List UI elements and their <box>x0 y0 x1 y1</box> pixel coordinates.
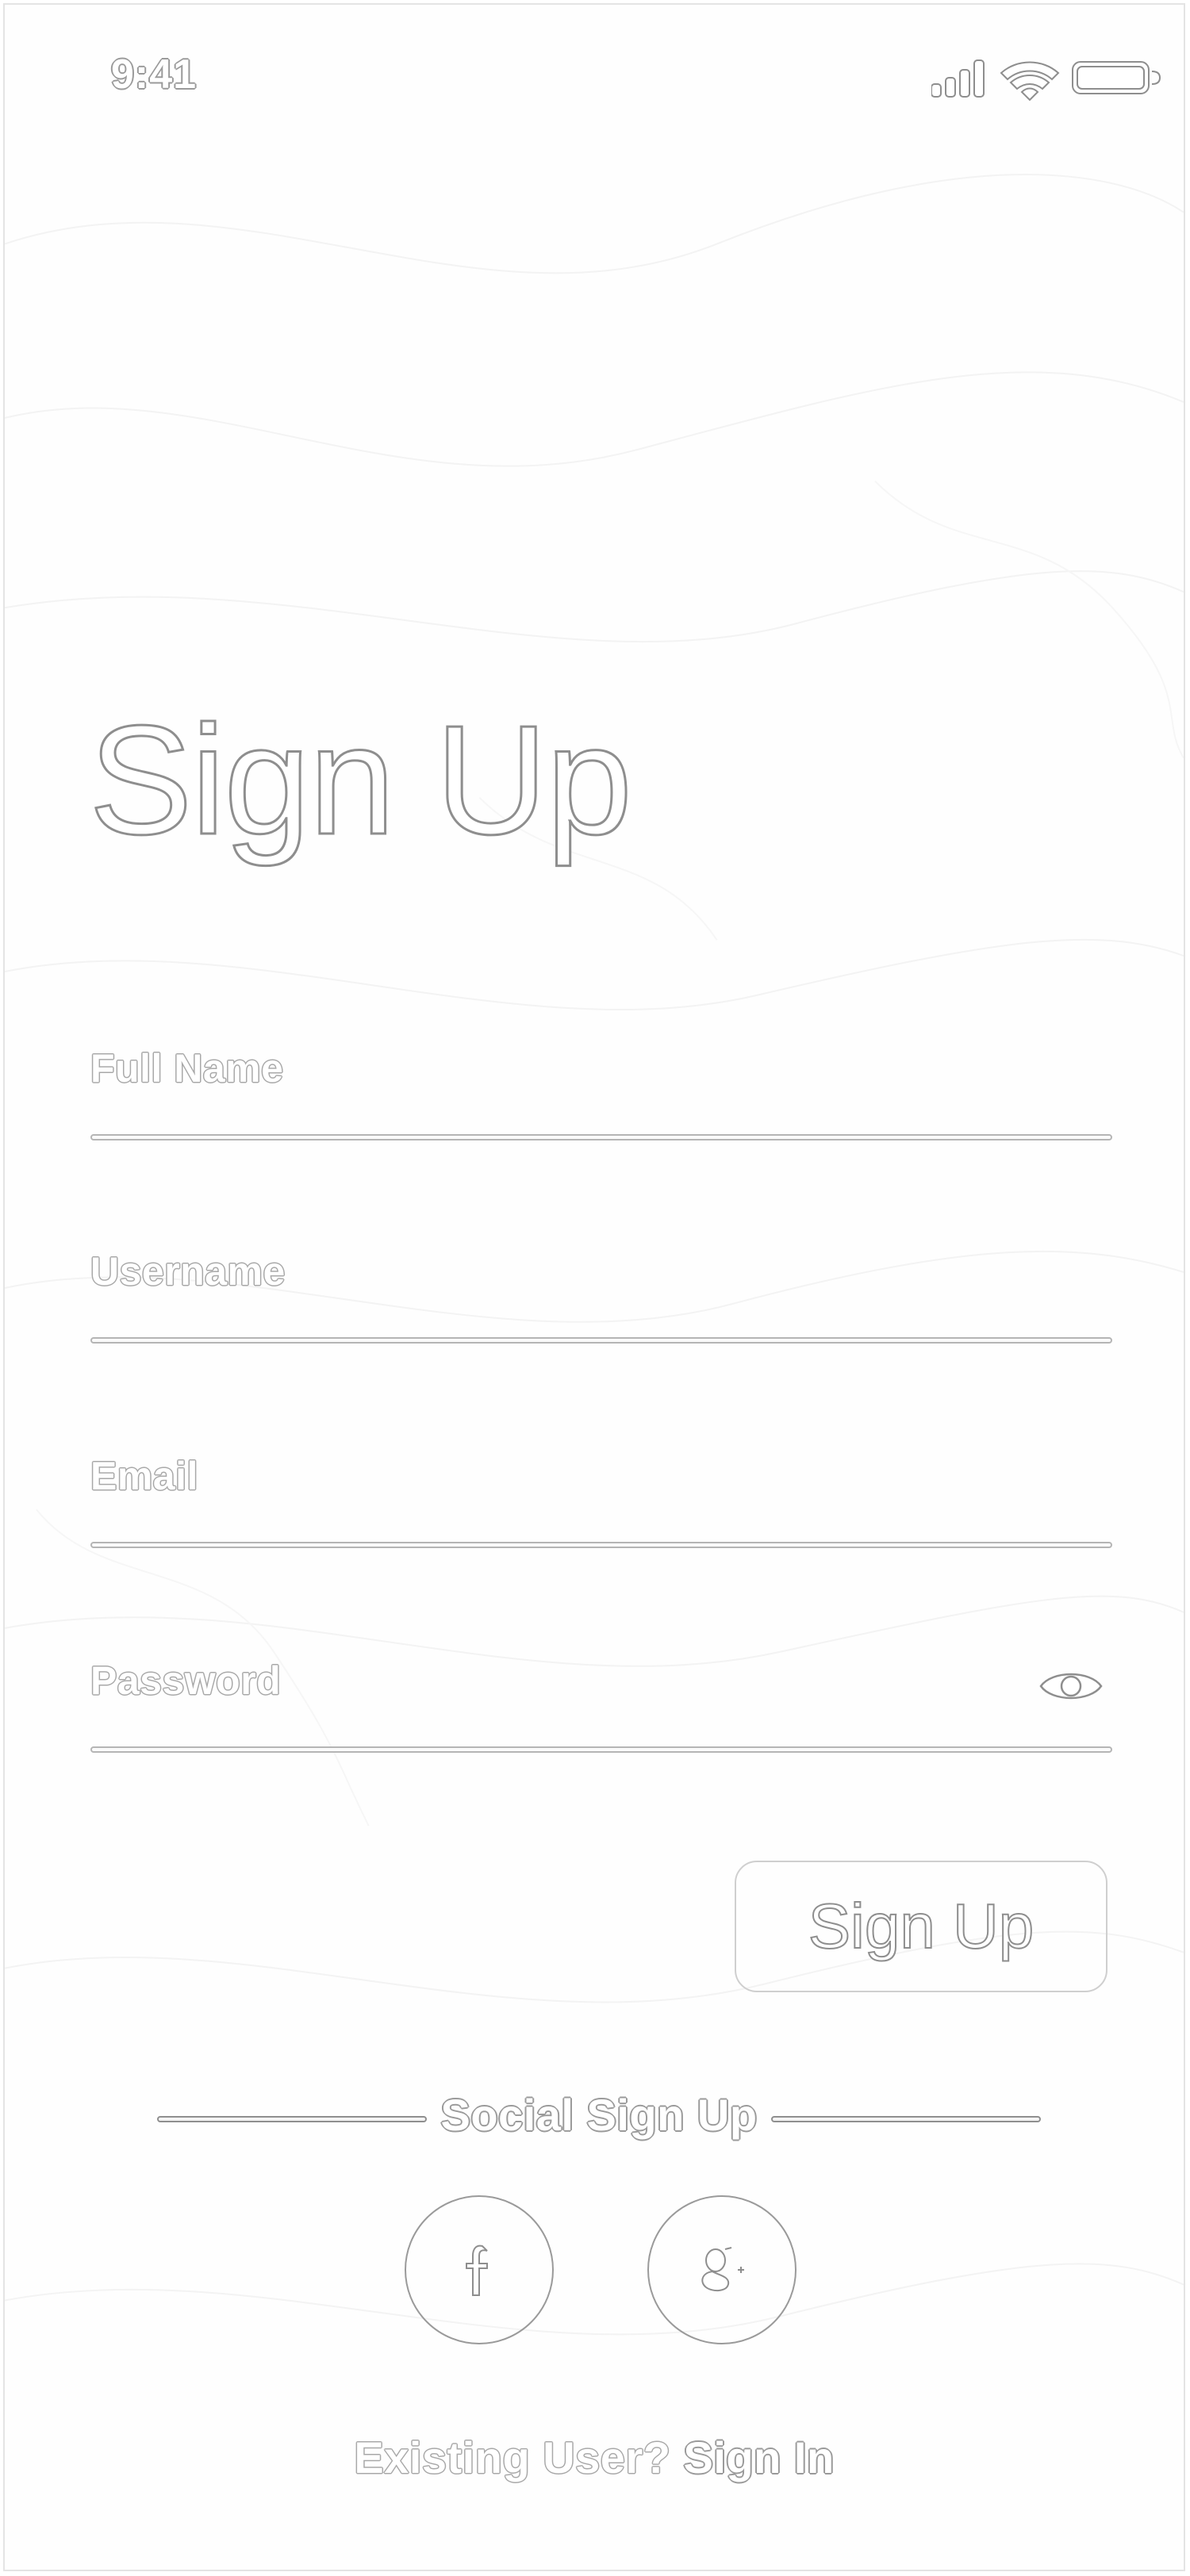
social-divider-label: Social Sign Up <box>440 2090 758 2140</box>
google-plus-button[interactable] <box>647 2195 797 2344</box>
full-name-field[interactable]: Full Name <box>90 1045 1112 1140</box>
password-underline <box>90 1746 1112 1753</box>
existing-user-row: Existing User? Sign In <box>5 2432 1184 2483</box>
divider-line-right <box>771 2116 1041 2122</box>
google-plus-icon <box>701 2247 744 2292</box>
username-field[interactable]: Username <box>90 1248 1112 1344</box>
status-time: 9:41 <box>111 52 198 98</box>
password-field[interactable]: Password <box>90 1658 1112 1753</box>
facebook-icon <box>466 2244 488 2296</box>
status-icons <box>931 59 1161 102</box>
email-underline <box>90 1542 1112 1548</box>
email-placeholder: Email <box>90 1454 198 1498</box>
sign-up-button[interactable]: Sign Up <box>735 1861 1107 1992</box>
social-divider: Social Sign Up <box>157 2089 1041 2152</box>
username-underline <box>90 1337 1112 1344</box>
existing-user-prompt: Existing User? <box>354 2432 671 2482</box>
username-placeholder: Username <box>90 1249 286 1294</box>
sign-up-button-label: Sign Up <box>808 1890 1035 1962</box>
full-name-underline <box>90 1134 1112 1140</box>
sign-in-link[interactable]: Sign In <box>684 2432 835 2482</box>
facebook-button[interactable] <box>405 2195 554 2344</box>
eye-icon[interactable] <box>1038 1662 1104 1710</box>
email-field[interactable]: Email <box>90 1453 1112 1548</box>
page-title: Sign Up <box>87 693 633 867</box>
password-placeholder: Password <box>90 1658 282 1703</box>
wifi-icon <box>1000 61 1060 102</box>
battery-icon <box>1072 61 1161 94</box>
signal-icon <box>931 59 985 98</box>
phone-screen: 9:41 Sign Up Full Name Username Email Pa… <box>3 3 1185 2571</box>
full-name-placeholder: Full Name <box>90 1046 284 1091</box>
